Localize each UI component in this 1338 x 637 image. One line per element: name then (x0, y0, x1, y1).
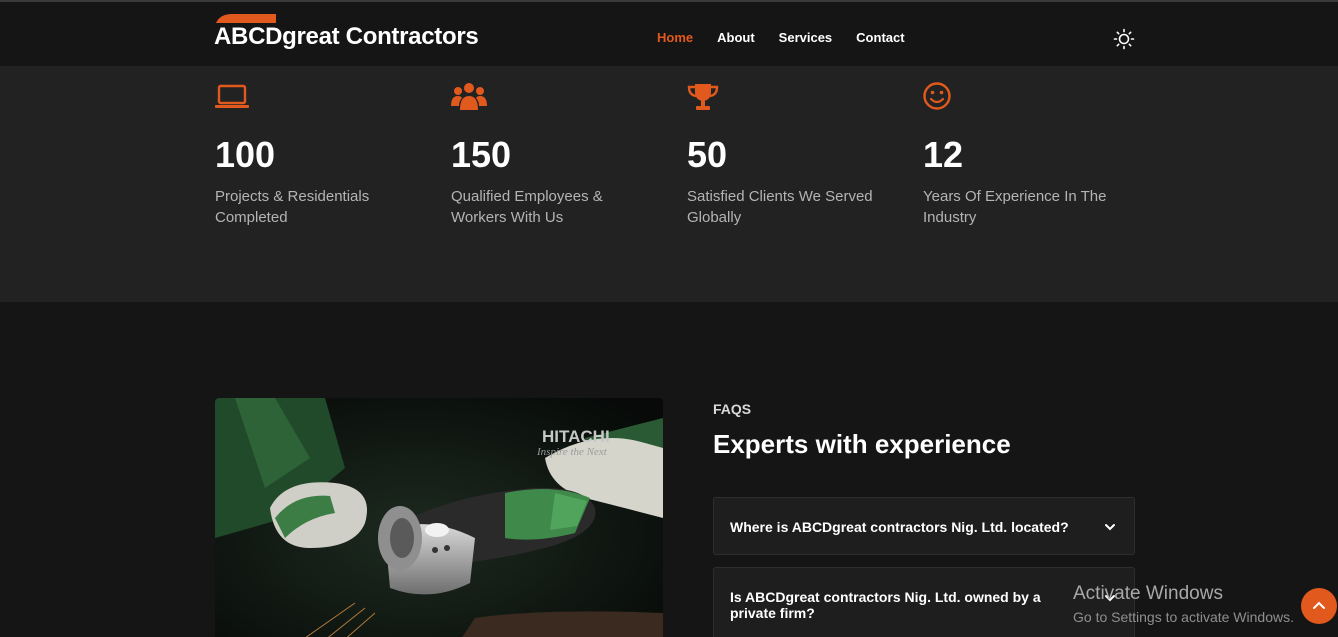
photo-brand-tagline: Inspire the Next (536, 446, 608, 458)
faq-question: Where is ABCDgreat contractors Nig. Ltd.… (730, 519, 1069, 535)
nav-services[interactable]: Services (779, 30, 833, 45)
stat-value: 12 (923, 134, 964, 175)
site-header: ABCDgreat Contractors Home About Service… (0, 0, 1338, 66)
stats-section: 100 Projects & Residentials Completed 15… (0, 66, 1338, 302)
faq-item[interactable]: Where is ABCDgreat contractors Nig. Ltd.… (713, 497, 1135, 555)
chevron-up-icon (1313, 601, 1325, 609)
faq-eyebrow: FAQS (713, 401, 752, 417)
faq-title: Experts with experience (713, 429, 1011, 459)
watermark-subtitle: Go to Settings to activate Windows. (1073, 609, 1294, 625)
stat-value: 50 (687, 134, 728, 175)
logo-swoosh-icon (216, 14, 276, 23)
users-icon (451, 83, 487, 110)
watermark-title: Activate Windows (1073, 583, 1223, 604)
stat-value: 100 (215, 134, 276, 175)
chevron-down-icon[interactable] (1104, 521, 1116, 533)
faq-question: Is ABCDgreat contractors Nig. Ltd. owned… (730, 589, 1041, 621)
nav-home[interactable]: Home (657, 30, 693, 45)
smile-icon (923, 82, 951, 110)
nav-about[interactable]: About (717, 30, 755, 45)
grinder-illustration: HITACHI Inspire the Next (215, 398, 663, 637)
nav-contact[interactable]: Contact (856, 30, 904, 45)
stat-label: Satisfied Clients We Served Globally (687, 188, 873, 226)
faq-item[interactable]: Is ABCDgreat contractors Nig. Ltd. owned… (713, 567, 1135, 637)
stat-value: 150 (451, 134, 512, 175)
trophy-icon (687, 84, 719, 110)
stat-label: Projects & Residentials Completed (215, 188, 370, 226)
laptop-icon (215, 84, 249, 108)
stat-label: Years Of Experience In The Industry (923, 188, 1107, 226)
windows-activation-watermark: Activate Windows Go to Settings to activ… (1073, 583, 1294, 625)
scroll-to-top-button[interactable] (1301, 588, 1337, 624)
main-nav: Home About Services Contact (657, 30, 929, 45)
logo-text: ABCDgreat Contractors (214, 23, 479, 50)
grinder-photo: HITACHI Inspire the Next (215, 398, 663, 637)
stat-label: Qualified Employees & Workers With Us (451, 188, 603, 226)
sun-icon[interactable] (1113, 28, 1135, 50)
photo-brand-text: HITACHI (542, 427, 610, 446)
